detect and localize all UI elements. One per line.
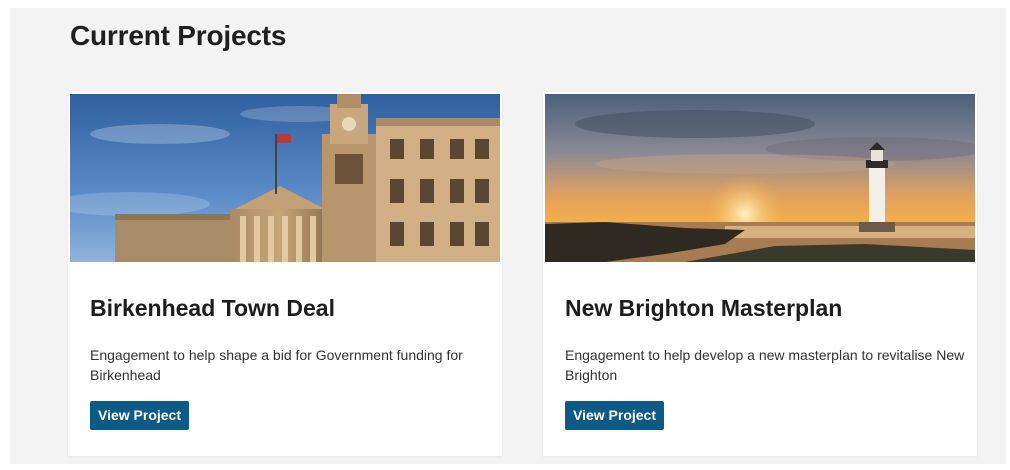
project-card-new-brighton: New Brighton Masterplan Engagement to he… <box>543 92 977 456</box>
project-title[interactable]: New Brighton Masterplan <box>565 295 842 322</box>
section-title: Current Projects <box>70 20 287 51</box>
view-project-button[interactable]: View Project <box>565 401 665 430</box>
project-card-birkenhead: Birkenhead Town Deal Engagement to help … <box>68 92 502 456</box>
lighthouse-sunset-photo[interactable] <box>545 94 975 262</box>
project-title[interactable]: Birkenhead Town Deal <box>90 295 335 322</box>
town-hall-photo[interactable] <box>70 94 500 262</box>
view-project-button[interactable]: View Project <box>90 401 190 430</box>
project-description: Engagement to help shape a bid for Gover… <box>90 347 463 383</box>
project-description: Engagement to help develop a new masterp… <box>565 347 965 383</box>
page: Current Projects Birkenhead Town Deal En… <box>10 8 1006 464</box>
